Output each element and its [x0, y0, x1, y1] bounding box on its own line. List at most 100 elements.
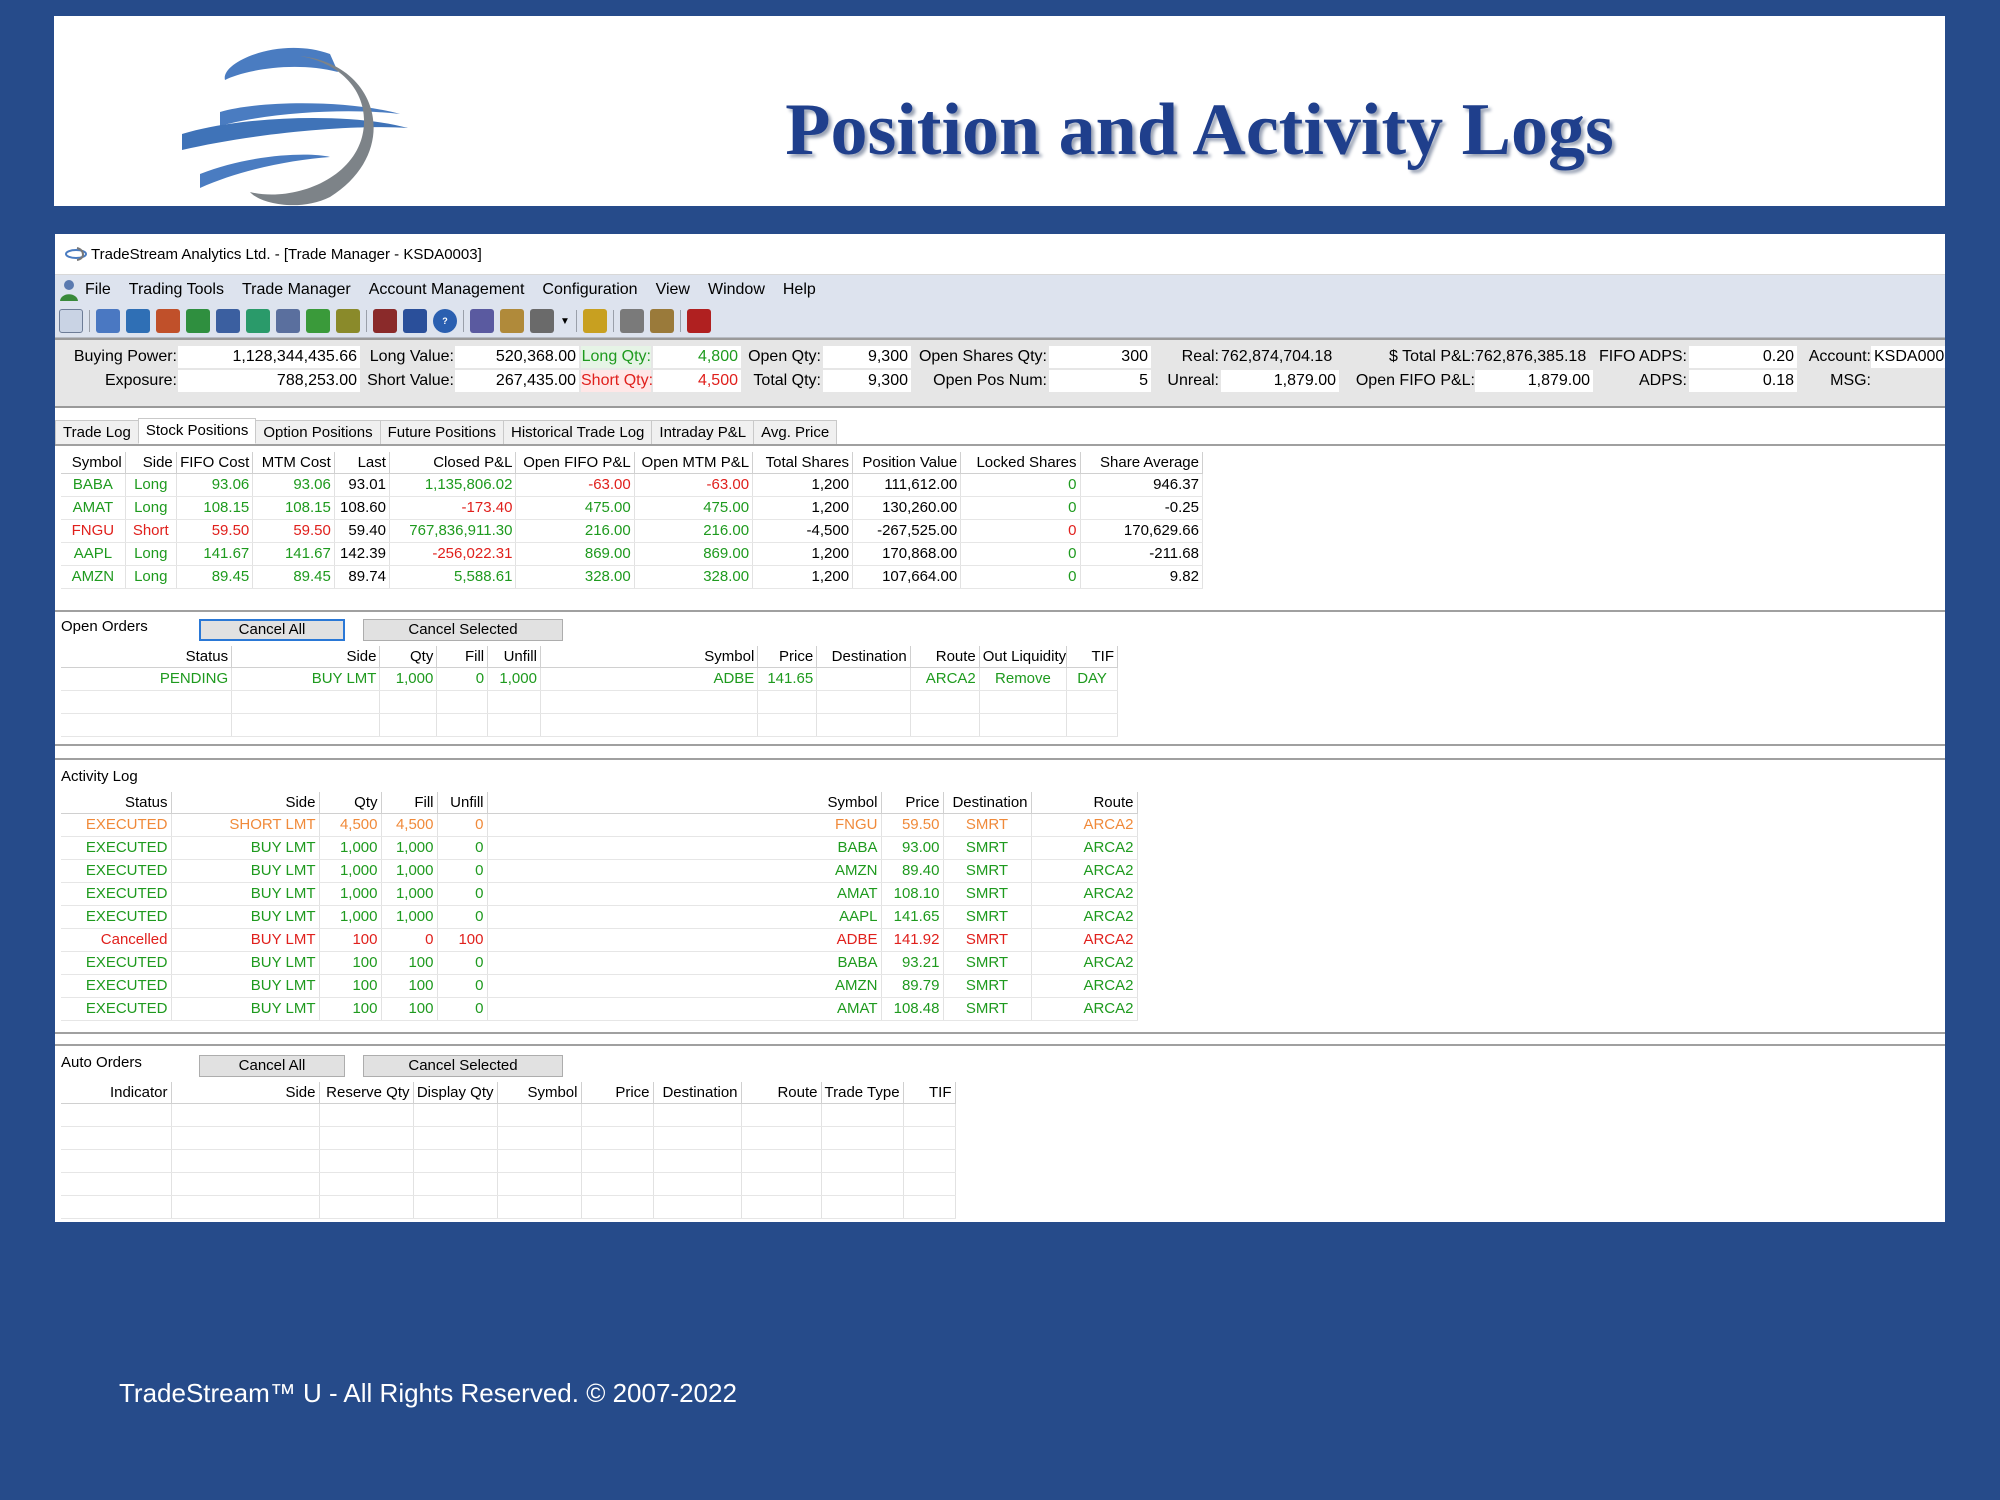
open-orders-cancel-selected-button[interactable]: Cancel Selected — [363, 619, 563, 641]
activity-cell: EXECUTED — [61, 813, 172, 837]
auto-orders-column-header[interactable]: Route — [741, 1082, 822, 1104]
activity-row[interactable]: EXECUTED BUY LMT 100 100 0 AMAT 108.48 SMRT ARCA… — [61, 997, 1138, 1021]
positions-column-header[interactable]: MTM Cost — [252, 452, 335, 474]
globe-icon[interactable] — [186, 309, 210, 333]
auto-orders-column-header[interactable]: Indicator — [61, 1082, 172, 1104]
position-row[interactable]: AMZN Long 89.45 89.45 89.74 5,588.61 328.00 328… — [61, 565, 1204, 589]
tab-intraday-pl[interactable]: Intraday P&L — [651, 420, 755, 444]
position-row[interactable]: AMAT Long 108.15 108.15 108.60 -173.40 475.00 4… — [61, 496, 1204, 520]
user-icon[interactable] — [57, 278, 81, 302]
positions-column-header[interactable]: Open MTM P&L — [634, 452, 754, 474]
menu-view[interactable]: View — [656, 281, 690, 299]
open-orders-column-header[interactable]: Qty — [379, 646, 438, 668]
open-orders-column-header[interactable]: Route — [910, 646, 980, 668]
gears-icon[interactable] — [470, 309, 494, 333]
plug-icon[interactable] — [530, 309, 554, 333]
activity-row[interactable]: EXECUTED BUY LMT 1,000 1,000 0 BABA 93.00 SMRT A… — [61, 836, 1138, 860]
auto-orders-column-header[interactable]: Reserve Qty — [319, 1082, 414, 1104]
auto-orders-cancel-selected-button[interactable]: Cancel Selected — [363, 1055, 563, 1077]
open-orders-column-header[interactable]: Destination — [816, 646, 911, 668]
activity-row[interactable]: EXECUTED BUY LMT 100 100 0 AMZN 89.79 SMRT ARCA2 — [61, 974, 1138, 998]
grid-icon[interactable] — [126, 309, 150, 333]
menu-file[interactable]: File — [85, 281, 111, 299]
help-icon[interactable]: ? — [433, 309, 457, 333]
auto-orders-column-header[interactable]: Destination — [653, 1082, 742, 1104]
activity-log-column-header[interactable]: Symbol — [487, 792, 882, 814]
transfer-icon[interactable] — [306, 309, 330, 333]
activity-row[interactable]: EXECUTED BUY LMT 1,000 1,000 0 AAPL 141.65 SMRT… — [61, 905, 1138, 929]
position-row[interactable]: FNGU Short 59.50 59.50 59.40 767,836,911.30 21… — [61, 519, 1204, 543]
export-icon[interactable] — [649, 309, 674, 333]
positions-column-header[interactable]: Last — [334, 452, 390, 474]
positions-column-header[interactable]: FIFO Cost — [176, 452, 254, 474]
open-orders-column-header[interactable]: Symbol — [540, 646, 759, 668]
fix-icon[interactable] — [686, 309, 711, 333]
home-icon[interactable] — [403, 309, 427, 333]
chart-line-icon[interactable] — [96, 309, 120, 333]
calculator-icon[interactable] — [216, 309, 240, 333]
activity-row[interactable]: EXECUTED BUY LMT 1,000 1,000 0 AMAT 108.10 SMRT… — [61, 882, 1138, 906]
options-icon[interactable] — [619, 309, 644, 333]
activity-log-column-header[interactable]: Unfill — [437, 792, 488, 814]
menu-window[interactable]: Window — [708, 281, 765, 299]
new-document-icon[interactable] — [59, 309, 83, 333]
positions-column-header[interactable]: Share Average — [1080, 452, 1204, 474]
activity-log-column-header[interactable]: Price — [881, 792, 944, 814]
auto-orders-column-header[interactable]: Side — [171, 1082, 320, 1104]
tab-future-positions[interactable]: Future Positions — [379, 420, 504, 444]
activity-row[interactable]: EXECUTED BUY LMT 1,000 1,000 0 AMZN 89.40 SMRT A… — [61, 859, 1138, 883]
open-orders-cancel-all-button[interactable]: Cancel All — [199, 619, 345, 641]
open-orders-column-header[interactable]: Fill — [436, 646, 489, 668]
tab-avg-price[interactable]: Avg. Price — [753, 420, 838, 444]
activity-row[interactable]: EXECUTED SHORT LMT 4,500 4,500 0 FNGU 59.50 SMR… — [61, 813, 1138, 837]
positions-column-header[interactable]: Total Shares — [752, 452, 854, 474]
activity-log-column-header[interactable]: Side — [171, 792, 320, 814]
real-label: Real: — [1181, 348, 1219, 365]
report-icon[interactable] — [336, 309, 360, 333]
activity-row[interactable]: EXECUTED BUY LMT 100 100 0 BABA 93.21 SMRT ARCA2 — [61, 951, 1138, 975]
open-order-row[interactable]: PENDING BUY LMT 1,000 0 1,000 ADBE 141.65 ARCA2… — [61, 667, 1118, 691]
alert-icon[interactable] — [582, 309, 607, 333]
menu-help[interactable]: Help — [783, 281, 816, 299]
positions-column-header[interactable]: Open FIFO P&L — [515, 452, 635, 474]
activity-row[interactable]: Cancelled BUY LMT 100 0 100 ADBE 141.92 SMRT ARC… — [61, 928, 1138, 952]
tab-historical-trade-log[interactable]: Historical Trade Log — [503, 420, 653, 444]
account-icon[interactable] — [276, 309, 300, 333]
menu-trade-manager[interactable]: Trade Manager — [242, 281, 351, 299]
position-row[interactable]: AAPL Long 141.67 141.67 142.39 -256,022.31 869… — [61, 542, 1204, 566]
table-icon[interactable] — [156, 309, 180, 333]
auto-orders-cancel-all-button[interactable]: Cancel All — [199, 1055, 345, 1077]
edit-icon[interactable] — [500, 309, 524, 333]
cart-icon[interactable] — [246, 309, 270, 333]
positions-column-header[interactable]: Closed P&L — [389, 452, 517, 474]
auto-orders-column-header[interactable]: Symbol — [497, 1082, 582, 1104]
open-orders-column-header[interactable]: Price — [757, 646, 818, 668]
auto-orders-column-header[interactable]: TIF — [903, 1082, 956, 1104]
chevron-down-icon[interactable]: ▼ — [560, 316, 570, 327]
positions-column-header[interactable]: Position Value — [852, 452, 962, 474]
menu-trading-tools[interactable]: Trading Tools — [129, 281, 224, 299]
building-icon[interactable] — [373, 309, 397, 333]
positions-column-header[interactable]: Locked Shares — [960, 452, 1081, 474]
positions-column-header[interactable]: Side — [125, 452, 177, 474]
tab-option-positions[interactable]: Option Positions — [255, 420, 381, 444]
auto-orders-column-header[interactable]: Price — [581, 1082, 654, 1104]
tab-trade-log[interactable]: Trade Log — [55, 420, 139, 444]
position-row[interactable]: BABA Long 93.06 93.06 93.01 1,135,806.02 -63.0… — [61, 473, 1204, 497]
auto-orders-column-header[interactable]: Trade Type — [821, 1082, 904, 1104]
activity-log-column-header[interactable]: Qty — [319, 792, 382, 814]
open-orders-column-header[interactable]: Unfill — [487, 646, 541, 668]
activity-log-column-header[interactable]: Status — [61, 792, 172, 814]
activity-log-column-header[interactable]: Route — [1031, 792, 1138, 814]
positions-column-header[interactable]: Symbol — [61, 452, 126, 474]
tab-stock-positions[interactable]: Stock Positions — [137, 418, 257, 444]
activity-log-column-header[interactable]: Fill — [381, 792, 438, 814]
open-orders-column-header[interactable]: Out Liquidity — [979, 646, 1068, 668]
open-orders-column-header[interactable]: Side — [231, 646, 381, 668]
menu-configuration[interactable]: Configuration — [542, 281, 637, 299]
open-orders-column-header[interactable]: Status — [61, 646, 233, 668]
auto-orders-column-header[interactable]: Display Qty — [413, 1082, 498, 1104]
open-orders-column-header[interactable]: TIF — [1066, 646, 1118, 668]
menu-account-management[interactable]: Account Management — [369, 281, 525, 299]
activity-log-column-header[interactable]: Destination — [943, 792, 1032, 814]
